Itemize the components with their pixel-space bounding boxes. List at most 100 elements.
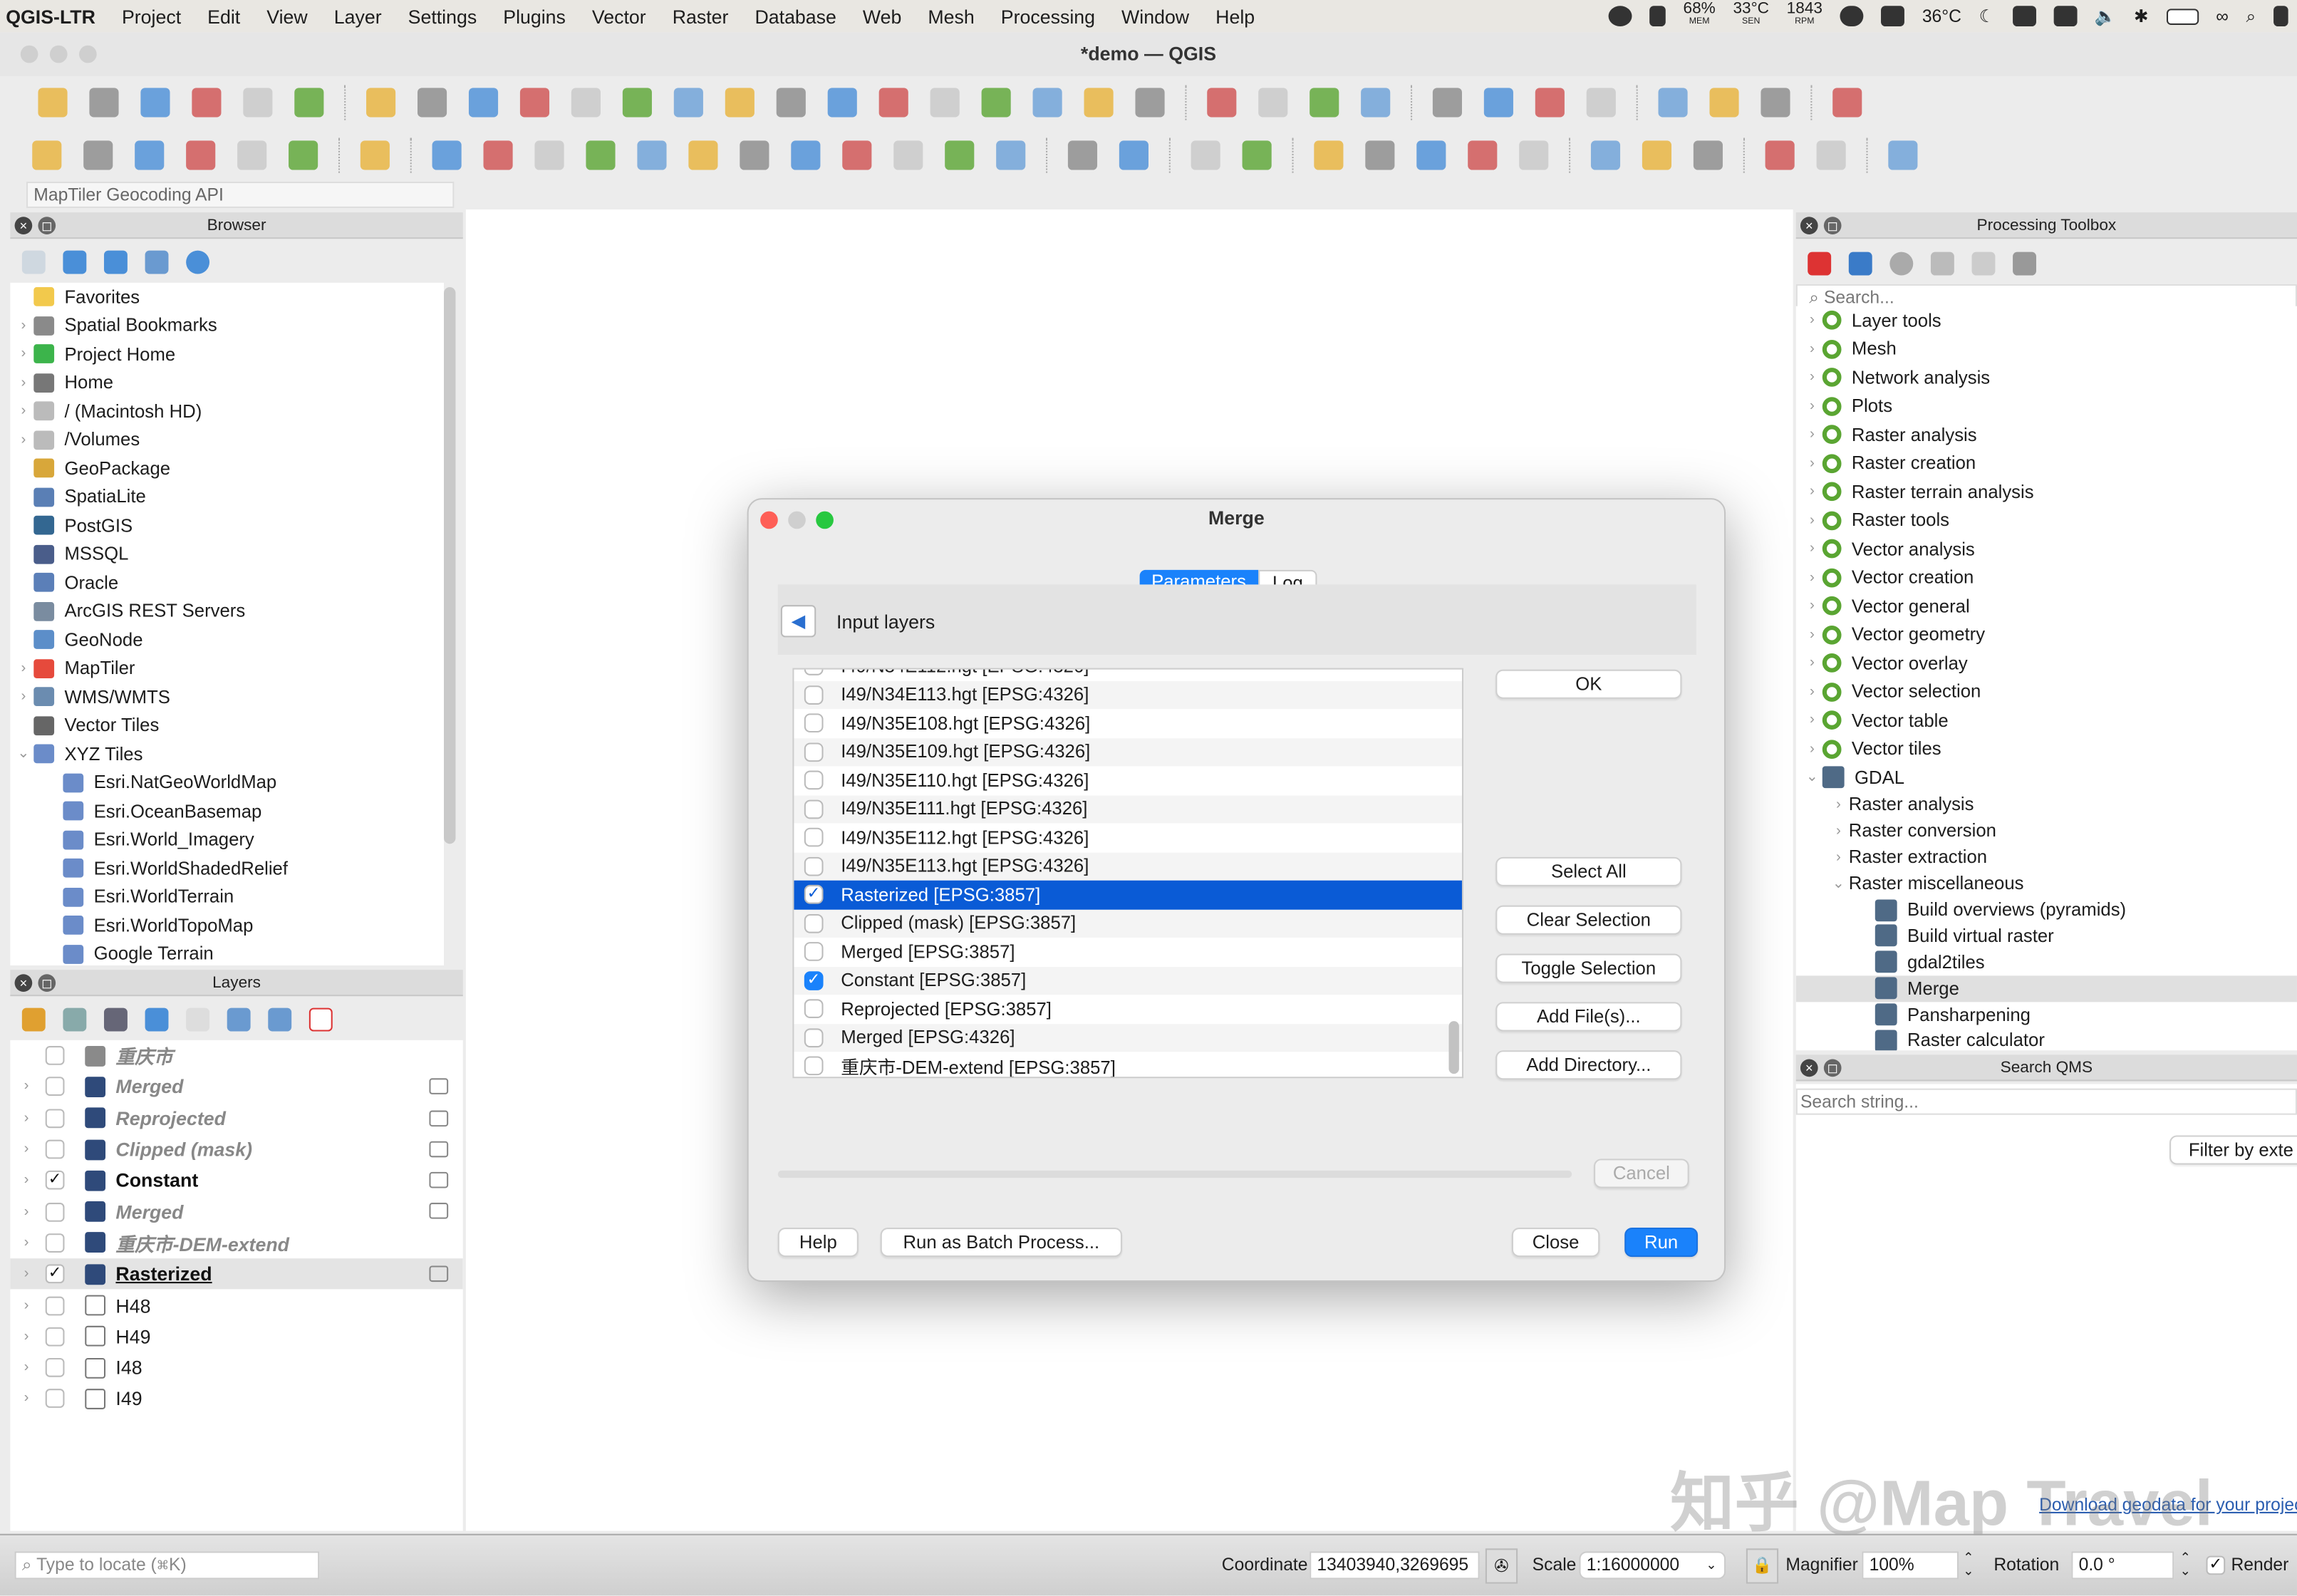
layer-indicator-icon[interactable] — [429, 1141, 449, 1158]
toolbox-item[interactable]: Build overviews (pyramids) — [1796, 896, 2297, 923]
magnifier-field[interactable]: 100% — [1862, 1551, 1959, 1580]
layer-option-row[interactable]: I49/N34E112.hgt [EPSG:4326] — [794, 669, 1462, 680]
chevron-icon[interactable]: › — [1802, 712, 1822, 729]
layer-visibility-checkbox[interactable] — [45, 1046, 65, 1066]
chevron-icon[interactable]: › — [1802, 684, 1822, 700]
filter-by-extent-button[interactable]: Filter by exte — [2169, 1135, 2297, 1165]
menu-view[interactable]: View — [254, 5, 321, 27]
zoom-native-button[interactable] — [720, 83, 761, 121]
volume-icon[interactable]: 🔈 — [2095, 6, 2117, 26]
toolbox-item[interactable]: › Vector overlay — [1796, 649, 2297, 678]
measure-button[interactable] — [1704, 83, 1745, 121]
label-show-button[interactable] — [1462, 136, 1503, 174]
layer-visibility-checkbox[interactable] — [45, 1358, 65, 1377]
bookmarks-button[interactable] — [1027, 83, 1068, 121]
chevron-right-icon[interactable]: › — [16, 1235, 37, 1251]
chevron-icon[interactable]: › — [14, 346, 34, 363]
menu-plugins[interactable]: Plugins — [490, 5, 579, 27]
bluetooth-icon[interactable]: ✱ — [2134, 6, 2149, 26]
layer-item[interactable]: › I48 — [10, 1352, 462, 1384]
close-panel-icon[interactable]: × — [14, 217, 33, 234]
layer-option-row[interactable]: I49/N35E110.hgt [EPSG:4326] — [794, 766, 1462, 794]
chevron-right-icon[interactable]: › — [16, 1297, 37, 1314]
help-button[interactable]: Help — [777, 1228, 859, 1258]
planet-button[interactable] — [1810, 136, 1852, 174]
chevron-icon[interactable]: › — [14, 432, 34, 448]
control-center-icon[interactable] — [2273, 6, 2288, 27]
layer-checkbox[interactable] — [804, 999, 824, 1019]
layer-visibility-checkbox[interactable]: ✓ — [45, 1264, 65, 1284]
select-location-button[interactable] — [1304, 83, 1345, 121]
label-pin2-button[interactable] — [1513, 136, 1555, 174]
chevron-right-icon[interactable]: › — [16, 1203, 37, 1220]
chevron-icon[interactable]: › — [1802, 427, 1822, 443]
zoom-last-button[interactable] — [771, 83, 812, 121]
layer-indicator-icon[interactable] — [429, 1172, 449, 1188]
select-all-button[interactable]: Select All — [1495, 856, 1682, 886]
toolbox-item[interactable]: ⌄ GDAL — [1796, 763, 2297, 792]
layer-item[interactable]: › H48 — [10, 1290, 462, 1321]
chevron-icon[interactable]: › — [1802, 626, 1822, 643]
toolbox-item[interactable]: › Raster terrain analysis — [1796, 477, 2297, 506]
edit-features-in-place-icon[interactable] — [1971, 252, 1996, 276]
layer-visibility-checkbox[interactable] — [45, 1077, 65, 1097]
hex-nut-icon[interactable] — [1649, 6, 1666, 27]
keyboard-icon[interactable] — [2012, 6, 2036, 27]
browser-scrollbar[interactable] — [443, 286, 456, 844]
geocoding-search-input[interactable] — [26, 181, 455, 208]
layer-item[interactable]: › Reprojected — [10, 1102, 462, 1134]
label-abc-button[interactable] — [1236, 136, 1277, 174]
browser-item[interactable]: ArcGIS REST Servers — [10, 597, 444, 626]
refresh-button[interactable] — [1129, 83, 1171, 121]
scale-combo[interactable]: 1:16000000 ⌄ — [1579, 1551, 1726, 1580]
toolbox-item[interactable]: › Vector table — [1796, 706, 2297, 735]
fan-icon[interactable] — [1881, 6, 1905, 27]
new-geopackage-button[interactable] — [78, 136, 119, 174]
layer-visibility-checkbox[interactable] — [45, 1139, 65, 1159]
toolbox-item[interactable]: › Raster analysis — [1796, 792, 2297, 818]
layer-indicator-icon[interactable] — [429, 1265, 449, 1282]
layer-option-row[interactable]: I49/N35E108.hgt [EPSG:4326] — [794, 709, 1462, 737]
print-layout-button[interactable] — [237, 83, 279, 121]
toolbox-item[interactable]: › Vector creation — [1796, 564, 2297, 592]
toolbox-item[interactable]: › Raster tools — [1796, 506, 2297, 534]
run-as-batch-button[interactable]: Run as Batch Process... — [880, 1228, 1122, 1258]
sensor-indicator[interactable]: 33°C SEN — [1733, 1, 1769, 29]
layer-item[interactable]: › I49 — [10, 1384, 462, 1415]
globe-mask-button[interactable] — [1688, 136, 1729, 174]
temporal-button[interactable] — [1078, 83, 1119, 121]
browser-item[interactable]: › MapTiler — [10, 654, 444, 683]
zoom-window-button[interactable] — [79, 45, 97, 63]
toggle-extents-icon[interactable]: ✇ — [1485, 1548, 1518, 1584]
layer-item[interactable]: › Merged — [10, 1196, 462, 1228]
filter-icon[interactable] — [103, 250, 128, 274]
browser-item[interactable]: Esri.World_Imagery — [10, 826, 444, 854]
add-raster-button[interactable] — [232, 136, 273, 174]
menu-database[interactable]: Database — [742, 5, 849, 27]
toolbox-item[interactable]: › Raster extraction — [1796, 844, 2297, 871]
render-checkbox[interactable]: ✓ — [2206, 1555, 2226, 1575]
save-edits-button[interactable] — [529, 136, 570, 174]
clear-selection-button[interactable]: Clear Selection — [1495, 905, 1682, 935]
menu-project[interactable]: Project — [108, 5, 194, 27]
add-group-icon[interactable] — [63, 1007, 87, 1032]
chevron-icon[interactable]: › — [1802, 455, 1822, 472]
delete-button[interactable] — [734, 136, 775, 174]
browser-item[interactable]: › /Volumes — [10, 425, 444, 454]
browser-item[interactable]: GeoPackage — [10, 454, 444, 482]
layer-item[interactable]: › Merged — [10, 1072, 462, 1103]
toolbox-item[interactable]: Merge — [1795, 975, 2297, 1002]
close-button[interactable]: Close — [1511, 1228, 1600, 1258]
toolbox-item[interactable]: ⌄ Raster miscellaneous — [1796, 871, 2297, 897]
browser-item[interactable]: › WMS/WMTS — [10, 683, 444, 711]
close-panel-icon[interactable]: × — [14, 974, 33, 992]
select-button[interactable] — [1201, 83, 1243, 121]
layer-checkbox[interactable] — [804, 713, 824, 733]
layer-option-row[interactable]: I49/N35E112.hgt [EPSG:4326] — [794, 824, 1462, 852]
models-icon[interactable] — [1808, 252, 1832, 276]
bookmark-new-button[interactable] — [975, 83, 1017, 121]
run-button[interactable]: Run — [1624, 1228, 1699, 1258]
annotation-button[interactable] — [1755, 83, 1796, 121]
field-calc-button[interactable] — [1652, 83, 1694, 121]
link-icon[interactable]: ∞ — [2216, 6, 2229, 26]
